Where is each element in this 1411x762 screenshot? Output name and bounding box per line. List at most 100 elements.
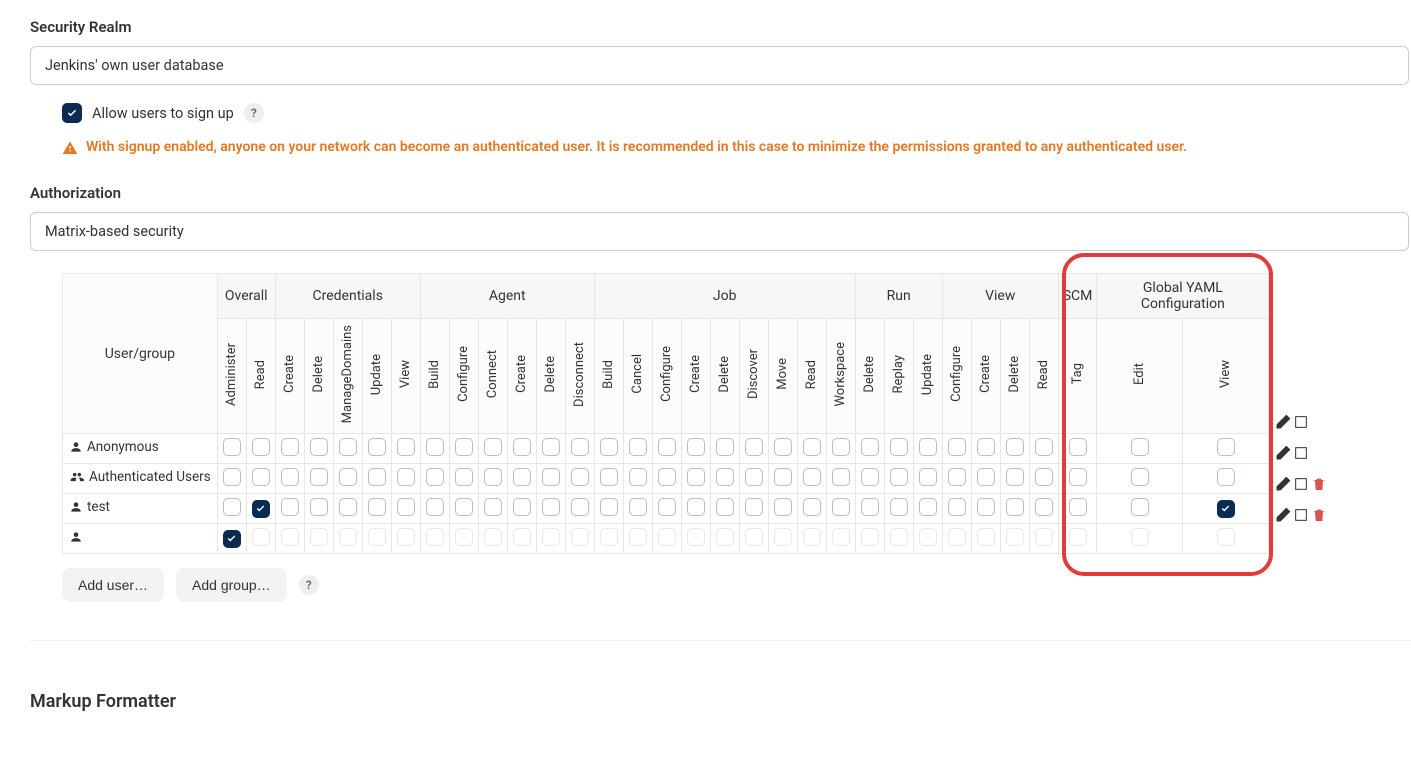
allow-signup-checkbox[interactable] <box>62 103 82 123</box>
permission-checkbox[interactable] <box>484 468 502 486</box>
permission-checkbox[interactable] <box>919 438 937 456</box>
permission-checkbox[interactable] <box>687 498 705 516</box>
permission-checkbox[interactable] <box>948 438 966 456</box>
permission-checkbox[interactable] <box>1006 468 1024 486</box>
permission-checkbox[interactable] <box>832 468 850 486</box>
permission-checkbox[interactable] <box>658 498 676 516</box>
select-all-icon[interactable] <box>1293 507 1309 523</box>
permission-checkbox[interactable] <box>426 498 444 516</box>
permission-checkbox[interactable] <box>397 498 415 516</box>
permission-checkbox[interactable] <box>861 498 879 516</box>
permission-checkbox[interactable] <box>745 438 763 456</box>
permission-checkbox[interactable] <box>1035 438 1053 456</box>
permission-checkbox[interactable] <box>1217 438 1235 456</box>
permission-checkbox[interactable] <box>455 438 473 456</box>
permission-checkbox[interactable] <box>890 438 908 456</box>
security-realm-select[interactable]: Jenkins' own user database <box>30 46 1409 85</box>
permission-checkbox[interactable] <box>745 468 763 486</box>
permission-checkbox[interactable] <box>861 438 879 456</box>
permission-checkbox[interactable] <box>281 498 299 516</box>
permission-checkbox[interactable] <box>455 468 473 486</box>
permission-checkbox[interactable] <box>774 468 792 486</box>
permission-checkbox[interactable] <box>397 468 415 486</box>
permission-checkbox[interactable] <box>571 438 589 456</box>
permission-checkbox[interactable] <box>310 438 328 456</box>
permission-checkbox[interactable] <box>1035 468 1053 486</box>
permission-checkbox[interactable] <box>1006 438 1024 456</box>
permission-checkbox[interactable] <box>1035 498 1053 516</box>
select-all-icon[interactable] <box>1293 414 1309 430</box>
permission-checkbox[interactable] <box>832 498 850 516</box>
permission-checkbox[interactable] <box>832 438 850 456</box>
permission-checkbox[interactable] <box>716 438 734 456</box>
permission-checkbox[interactable] <box>890 498 908 516</box>
permission-checkbox[interactable] <box>397 438 415 456</box>
permission-checkbox[interactable] <box>600 498 618 516</box>
permission-checkbox[interactable] <box>310 498 328 516</box>
help-icon[interactable]: ? <box>244 103 264 123</box>
permission-checkbox[interactable] <box>948 498 966 516</box>
permission-checkbox[interactable] <box>716 498 734 516</box>
edit-icon[interactable] <box>1275 445 1291 461</box>
permission-checkbox[interactable] <box>803 438 821 456</box>
permission-checkbox[interactable] <box>513 498 531 516</box>
add-user-button[interactable]: Add user… <box>62 568 164 602</box>
permission-checkbox[interactable] <box>426 438 444 456</box>
permission-checkbox[interactable] <box>1006 498 1024 516</box>
permission-checkbox[interactable] <box>542 468 560 486</box>
permission-checkbox[interactable] <box>1069 468 1087 486</box>
permission-checkbox[interactable] <box>1069 498 1087 516</box>
permission-checkbox[interactable] <box>977 468 995 486</box>
permission-checkbox[interactable] <box>774 498 792 516</box>
permission-checkbox[interactable] <box>484 498 502 516</box>
permission-checkbox[interactable] <box>252 438 270 456</box>
permission-checkbox[interactable] <box>339 468 357 486</box>
permission-checkbox[interactable] <box>687 468 705 486</box>
permission-checkbox[interactable] <box>223 498 241 516</box>
select-all-icon[interactable] <box>1293 476 1309 492</box>
permission-checkbox[interactable] <box>542 438 560 456</box>
permission-checkbox[interactable] <box>484 438 502 456</box>
permission-checkbox[interactable] <box>1217 468 1235 486</box>
edit-icon[interactable] <box>1275 507 1291 523</box>
permission-checkbox[interactable] <box>977 498 995 516</box>
permission-checkbox[interactable] <box>919 468 937 486</box>
permission-checkbox[interactable] <box>281 438 299 456</box>
permission-checkbox[interactable] <box>658 468 676 486</box>
permission-checkbox[interactable] <box>687 438 705 456</box>
permission-checkbox[interactable] <box>919 498 937 516</box>
permission-checkbox[interactable] <box>281 468 299 486</box>
permission-checkbox[interactable] <box>890 468 908 486</box>
trash-icon[interactable] <box>1311 476 1327 492</box>
permission-checkbox[interactable] <box>861 468 879 486</box>
permission-checkbox[interactable] <box>977 438 995 456</box>
permission-checkbox[interactable] <box>542 498 560 516</box>
permission-checkbox[interactable] <box>513 468 531 486</box>
permission-checkbox[interactable] <box>339 438 357 456</box>
permission-checkbox[interactable] <box>1131 468 1149 486</box>
permission-checkbox[interactable] <box>745 498 763 516</box>
permission-checkbox[interactable] <box>368 438 386 456</box>
select-all-icon[interactable] <box>1293 445 1309 461</box>
permission-checkbox[interactable] <box>658 438 676 456</box>
permission-checkbox[interactable] <box>513 438 531 456</box>
permission-checkbox[interactable] <box>455 498 473 516</box>
permission-checkbox[interactable] <box>1131 498 1149 516</box>
permission-checkbox[interactable] <box>1069 438 1087 456</box>
permission-checkbox[interactable] <box>1217 500 1235 518</box>
permission-checkbox[interactable] <box>426 468 444 486</box>
trash-icon[interactable] <box>1311 507 1327 523</box>
permission-checkbox[interactable] <box>948 468 966 486</box>
permission-checkbox[interactable] <box>339 498 357 516</box>
permission-checkbox[interactable] <box>252 500 270 518</box>
permission-checkbox[interactable] <box>223 438 241 456</box>
permission-checkbox[interactable] <box>223 468 241 486</box>
permission-checkbox[interactable] <box>803 498 821 516</box>
permission-checkbox[interactable] <box>600 438 618 456</box>
permission-checkbox[interactable] <box>252 468 270 486</box>
permission-checkbox[interactable] <box>1131 438 1149 456</box>
permission-checkbox[interactable] <box>571 498 589 516</box>
authorization-select[interactable]: Matrix-based security <box>30 212 1409 251</box>
permission-checkbox[interactable] <box>571 468 589 486</box>
permission-checkbox[interactable] <box>310 468 328 486</box>
